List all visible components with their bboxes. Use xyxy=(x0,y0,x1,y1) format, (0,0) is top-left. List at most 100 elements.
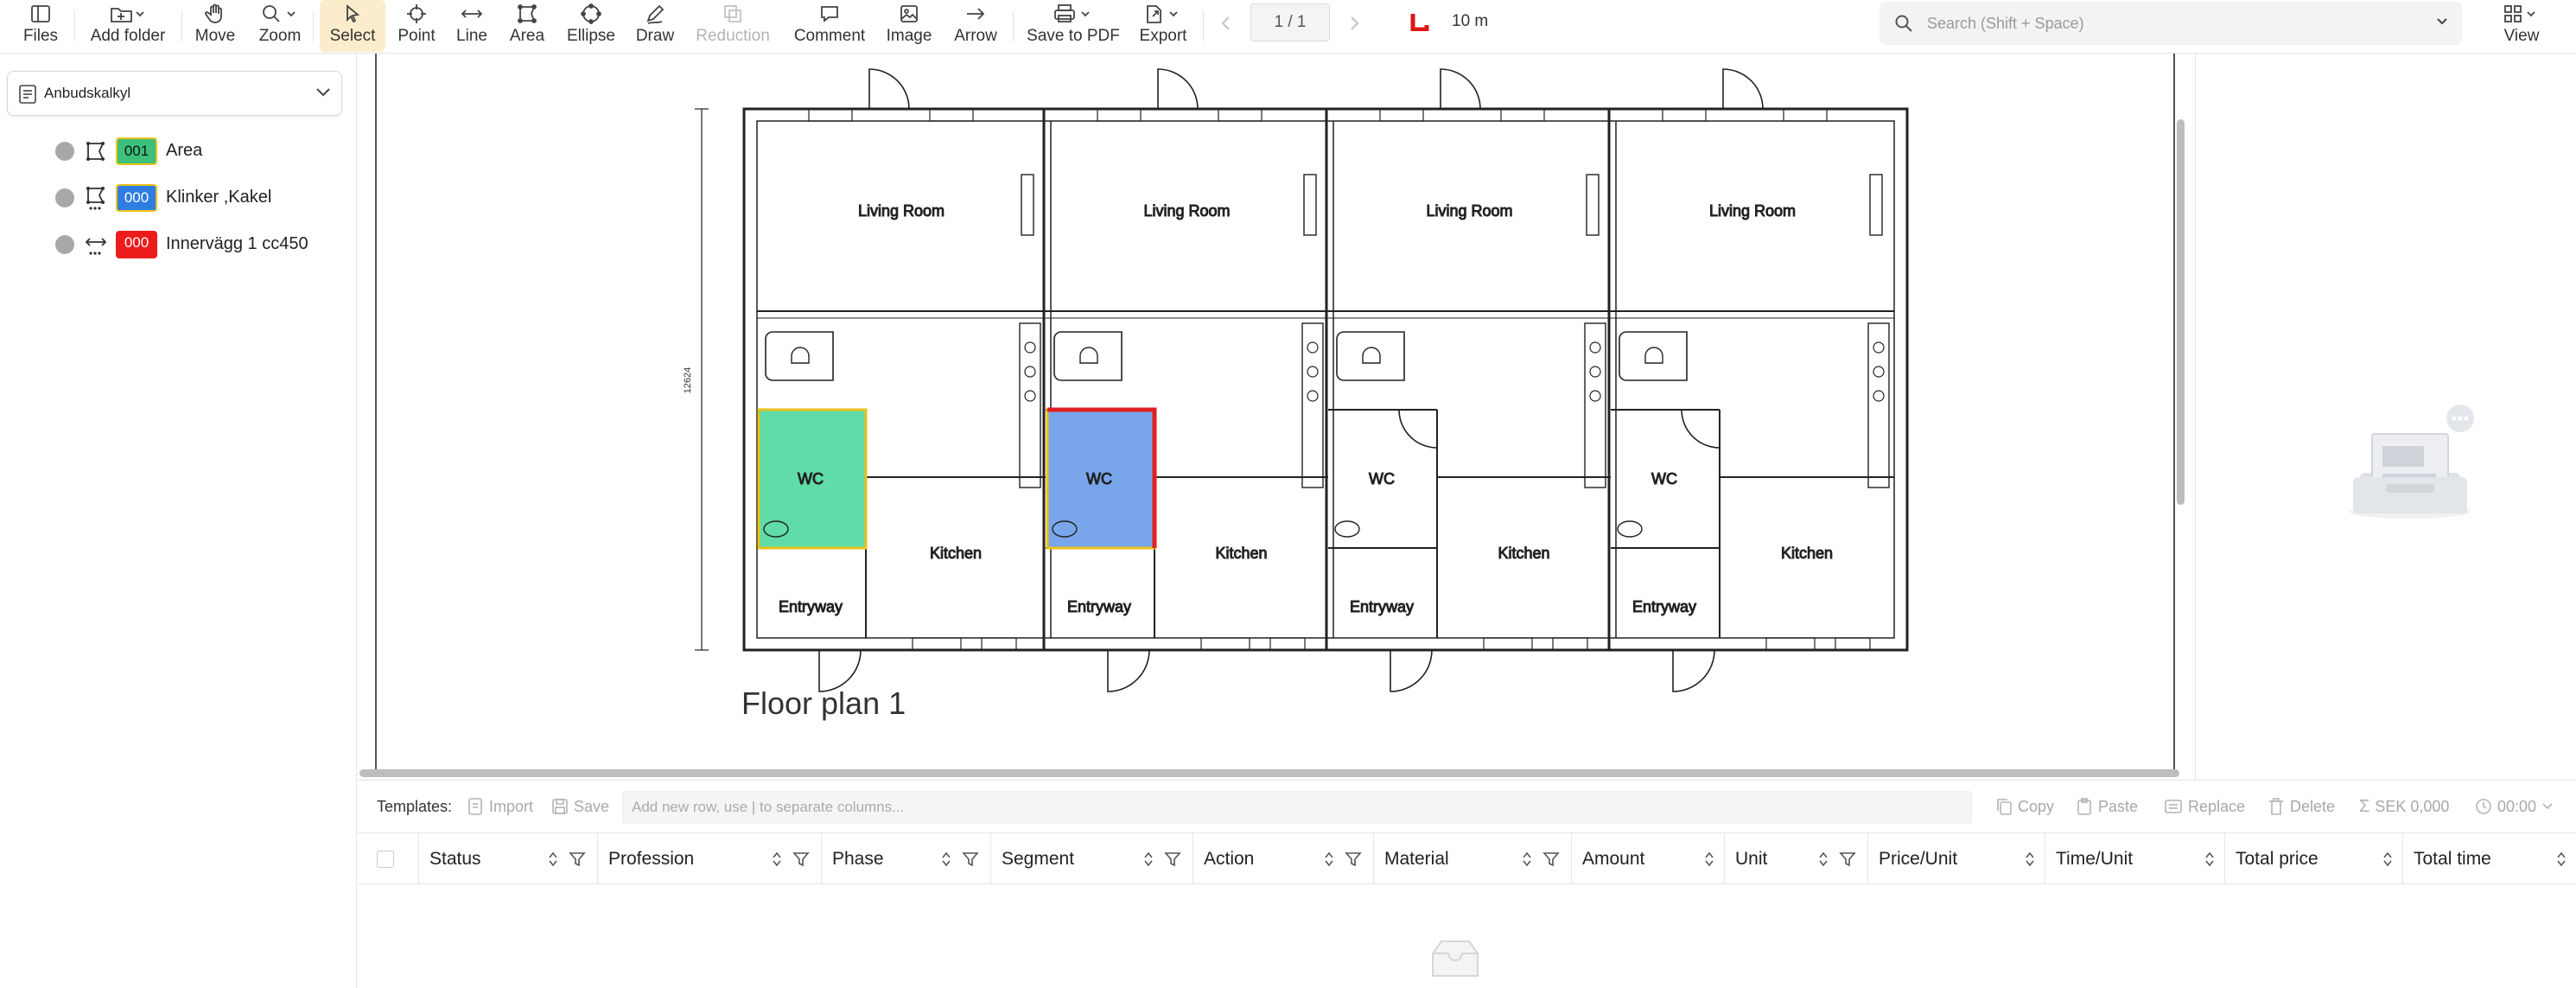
line-tool-button[interactable]: Line xyxy=(449,0,494,52)
drawing-canvas[interactable]: Living Room WC Kitchen Entryway Living Room W… xyxy=(358,54,2179,780)
column-header-amount[interactable]: Amount xyxy=(1571,833,1724,883)
visibility-dot-icon[interactable] xyxy=(55,188,74,207)
room-label-living-room: Living Room xyxy=(1426,202,1512,220)
main-toolbar: Files Add folder Move Zoom Select Point … xyxy=(0,0,2576,54)
column-header-profession[interactable]: Profession xyxy=(597,833,821,883)
caret-down-icon[interactable] xyxy=(2436,16,2448,27)
select-all-checkbox[interactable] xyxy=(377,851,394,868)
previous-page-button[interactable] xyxy=(1213,9,1239,38)
sort-icon[interactable] xyxy=(2204,851,2215,868)
save-icon xyxy=(552,799,568,814)
move-button[interactable]: Move xyxy=(188,0,242,52)
layer-name: Innervägg 1 cc450 xyxy=(166,234,308,253)
column-header-unit[interactable]: Unit xyxy=(1724,833,1867,883)
new-row-input[interactable] xyxy=(622,791,1972,824)
column-header-total-time[interactable]: Total time xyxy=(2402,833,2576,883)
column-header-label: Profession xyxy=(608,849,695,869)
search-box[interactable] xyxy=(1880,2,2462,45)
filter-icon[interactable] xyxy=(569,851,586,868)
search-input[interactable] xyxy=(1927,9,2411,38)
scale-value[interactable]: 10 m xyxy=(1452,12,1488,31)
sort-icon[interactable] xyxy=(1704,851,1714,868)
folder-select[interactable]: Anbudskalkyl xyxy=(7,71,342,116)
zoom-button[interactable]: Zoom xyxy=(252,0,308,52)
scrollbar-thumb[interactable] xyxy=(359,769,2179,777)
sort-icon[interactable] xyxy=(772,851,782,868)
filter-icon[interactable] xyxy=(792,851,810,868)
sort-icon[interactable] xyxy=(2025,851,2035,868)
room-label-wc: WC xyxy=(1651,470,1677,488)
column-header-label: Material xyxy=(1384,849,1449,869)
column-header-time-unit[interactable]: Time/Unit xyxy=(2045,833,2224,883)
visibility-dot-icon[interactable] xyxy=(55,235,74,254)
sort-icon[interactable] xyxy=(1143,851,1154,868)
column-header-status[interactable]: Status xyxy=(418,833,597,883)
layer-item-innervagg[interactable]: 000 Innervägg 1 cc450 xyxy=(0,223,346,266)
vertical-scrollbar[interactable] xyxy=(2174,62,2186,780)
column-header-material[interactable]: Material xyxy=(1373,833,1571,883)
files-button[interactable]: Files xyxy=(12,0,69,52)
image-tool-button[interactable]: Image xyxy=(881,0,937,52)
column-header-price-unit[interactable]: Price/Unit xyxy=(1867,833,2045,883)
sort-icon[interactable] xyxy=(941,851,951,868)
floor-plan[interactable]: Living Room WC Kitchen Entryway Living Room W… xyxy=(377,54,2177,771)
filter-icon[interactable] xyxy=(1542,851,1560,868)
sort-icon[interactable] xyxy=(2382,851,2393,868)
import-button[interactable]: Import xyxy=(467,794,533,819)
paste-icon xyxy=(2077,798,2091,815)
copy-button[interactable]: Copy xyxy=(1995,794,2054,819)
room-label-wc: WC xyxy=(798,470,824,488)
select-tool-button[interactable]: Select xyxy=(320,0,385,52)
table-header: Status Profession Phase Segment Action Materi… xyxy=(358,832,2576,884)
filter-icon[interactable] xyxy=(1839,851,1856,868)
delete-button[interactable]: Delete xyxy=(2268,794,2335,819)
point-tool-button[interactable]: Point xyxy=(394,0,439,52)
room-label-entryway: Entryway xyxy=(1067,598,1131,615)
templates-label: Templates: xyxy=(377,798,453,815)
column-header-segment[interactable]: Segment xyxy=(990,833,1193,883)
ellipse-tool-button[interactable]: Ellipse xyxy=(560,0,622,52)
layer-item-klinker-kakel[interactable]: 000 Klinker ,Kakel xyxy=(0,176,346,220)
layer-item-area[interactable]: 001 Area xyxy=(0,130,346,173)
crosshair-icon xyxy=(407,4,426,23)
column-header-phase[interactable]: Phase xyxy=(821,833,990,883)
scale-icon[interactable] xyxy=(1410,12,1429,31)
drawing-page[interactable]: Living Room WC Kitchen Entryway Living Room W… xyxy=(375,54,2175,771)
filter-icon[interactable] xyxy=(962,851,979,868)
paste-button[interactable]: Paste xyxy=(2076,794,2138,819)
replace-button[interactable]: Replace xyxy=(2164,794,2245,819)
sort-icon[interactable] xyxy=(1522,851,1532,868)
horizontal-scrollbar[interactable] xyxy=(358,768,2179,780)
filter-icon[interactable] xyxy=(1164,851,1181,868)
time-display[interactable]: 00:00 xyxy=(2475,794,2554,819)
ellipse-icon xyxy=(581,3,601,24)
layer-name: Klinker ,Kakel xyxy=(166,188,272,207)
next-page-button[interactable] xyxy=(1341,9,1367,38)
view-button[interactable]: View xyxy=(2497,0,2546,52)
sort-icon[interactable] xyxy=(1324,851,1334,868)
sort-icon[interactable] xyxy=(1818,851,1829,868)
export-button[interactable]: Export xyxy=(1132,0,1194,52)
area-tool-button[interactable]: Area xyxy=(505,0,550,52)
printer-icon xyxy=(1054,4,1090,22)
replace-icon xyxy=(2165,800,2182,813)
page-indicator[interactable]: 1 / 1 xyxy=(1250,3,1330,41)
scrollbar-thumb[interactable] xyxy=(2177,119,2185,505)
sort-icon[interactable] xyxy=(548,851,558,868)
add-folder-button[interactable]: Add folder xyxy=(83,0,173,52)
column-header-total-price[interactable]: Total price xyxy=(2224,833,2402,883)
layers-panel: Anbudskalkyl 001 Area 000 Klinker ,Kakel… xyxy=(0,54,357,988)
column-header-action[interactable]: Action xyxy=(1193,833,1373,883)
reduction-tool-button[interactable]: Reduction xyxy=(688,0,778,52)
draw-tool-button[interactable]: Draw xyxy=(631,0,679,52)
column-header-label: Amount xyxy=(1582,849,1645,869)
column-header-label: Time/Unit xyxy=(2056,849,2134,869)
sort-icon[interactable] xyxy=(2556,851,2566,868)
save-to-pdf-button[interactable]: Save to PDF xyxy=(1021,0,1125,52)
visibility-dot-icon[interactable] xyxy=(55,142,74,161)
comment-tool-button[interactable]: Comment xyxy=(786,0,873,52)
area-polygon-icon xyxy=(518,4,537,23)
filter-icon[interactable] xyxy=(1345,851,1362,868)
save-template-button[interactable]: Save xyxy=(551,794,609,819)
arrow-tool-button[interactable]: Arrow xyxy=(945,0,1006,52)
